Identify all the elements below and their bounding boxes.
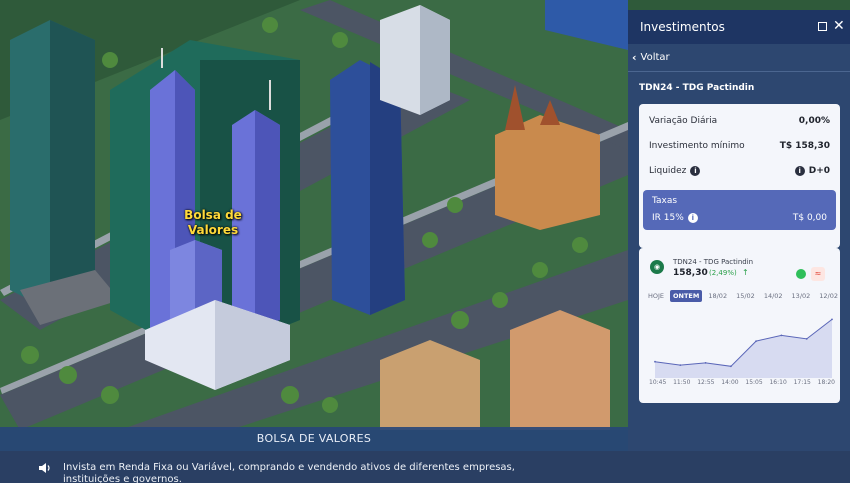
price-chart-card: ◉ TDN24 - TDG Pactindin 158,30 (2,49%) ↑… [639,248,840,403]
daily-variation-row: Variação Diária 0,00% [649,113,830,129]
liquidity-label: Liquidez [649,166,687,176]
min-investment-row: Investimento mínimo T$ 158,30 [649,138,830,154]
speaker-icon[interactable] [38,461,52,475]
period-tab[interactable]: HOJE [645,290,667,302]
divider [628,71,850,72]
price-point [831,318,833,321]
location-title: BOLSA DE VALORES [256,432,372,445]
price-point [654,360,656,363]
asset-info-card: Variação Diária 0,00% Investimento mínim… [639,104,840,248]
price-point [805,338,808,340]
price-point [679,364,682,366]
asset-title: TDN24 - TDG Pactindin [639,83,755,93]
price-point [755,340,757,342]
income-tax-label: IR 15% [652,213,684,223]
arrow-up-icon: ↑ [742,268,749,277]
liquidity-value: D+0 [808,166,830,176]
building-label-line1: Bolsa de [184,208,242,222]
time-tick-label: 12:55 [697,379,715,386]
chart-asset-name: TDN24 - TDG Pactindin [673,258,754,266]
narration-text: Invista em Renda Fixa ou Variável, compr… [63,462,515,483]
time-tick-label: 17:15 [793,379,811,386]
period-tab[interactable]: 18/02 [705,290,730,302]
daily-variation-value: 0,00% [798,116,830,126]
panel-title: Investimentos [640,20,725,34]
period-tab[interactable]: 13/02 [789,290,814,302]
close-icon[interactable]: ✕ [833,17,845,35]
price-chart [654,318,833,378]
time-tick-label: 11:50 [673,379,691,386]
location-bar: BOLSA DE VALORES [0,427,628,451]
info-icon[interactable]: i [794,166,805,176]
fees-box: Taxas IR 15% i T$ 0,00 [643,190,836,230]
time-tick-label: 15:05 [745,379,763,386]
period-tabs: HOJE ONTEM 18/02 15/02 14/02 13/02 12/02 [645,289,840,303]
time-tick-label: 10:45 [649,379,667,386]
status-dot [796,269,806,279]
period-tab[interactable]: 14/02 [761,290,786,302]
time-tick-label: 18:20 [817,379,835,386]
min-investment-value: T$ 158,30 [779,141,830,151]
income-tax-value: T$ 0,00 [792,213,827,223]
period-tab[interactable]: 15/02 [733,290,758,302]
asset-logo-icon: ◉ [650,260,664,274]
chart-change: (2,49%) [709,269,737,277]
price-point [780,334,783,337]
chevron-left-icon: ‹ [632,51,637,64]
narration-bar: Invista em Renda Fixa ou Variável, compr… [0,451,850,483]
period-tab[interactable]: ONTEM [670,290,703,302]
price-point [704,362,707,364]
time-tick-label: 16:10 [769,379,787,386]
chart-price: 158,30 [673,268,708,278]
liquidity-row: Liquidez i i D+0 [649,163,830,179]
price-point [730,365,732,368]
building-label-line2: Valores [187,223,239,237]
investment-panel: Investimentos ✕ ‹ Voltar TDN24 - TDG Pac… [628,10,850,451]
time-axis: 10:45 11:50 12:55 14:00 15:05 16:10 17:15 18:20 [649,379,835,386]
time-tick-label: 14:00 [721,379,739,386]
info-icon[interactable]: i [690,166,701,176]
fees-label: Taxas [652,196,678,206]
back-button[interactable]: ‹ Voltar [632,51,670,64]
building-label[interactable]: Bolsa de Valores [172,208,254,238]
min-investment-label: Investimento mínimo [649,141,745,151]
panel-header: Investimentos ✕ [628,10,850,44]
maximize-icon[interactable] [818,22,827,31]
period-tab[interactable]: 12/02 [816,290,840,302]
price-area [655,319,832,378]
info-icon[interactable]: i [687,213,698,223]
daily-variation-label: Variação Diária [649,116,718,126]
ticker-icon[interactable]: ≈ [811,267,825,281]
back-label: Voltar [640,52,670,63]
